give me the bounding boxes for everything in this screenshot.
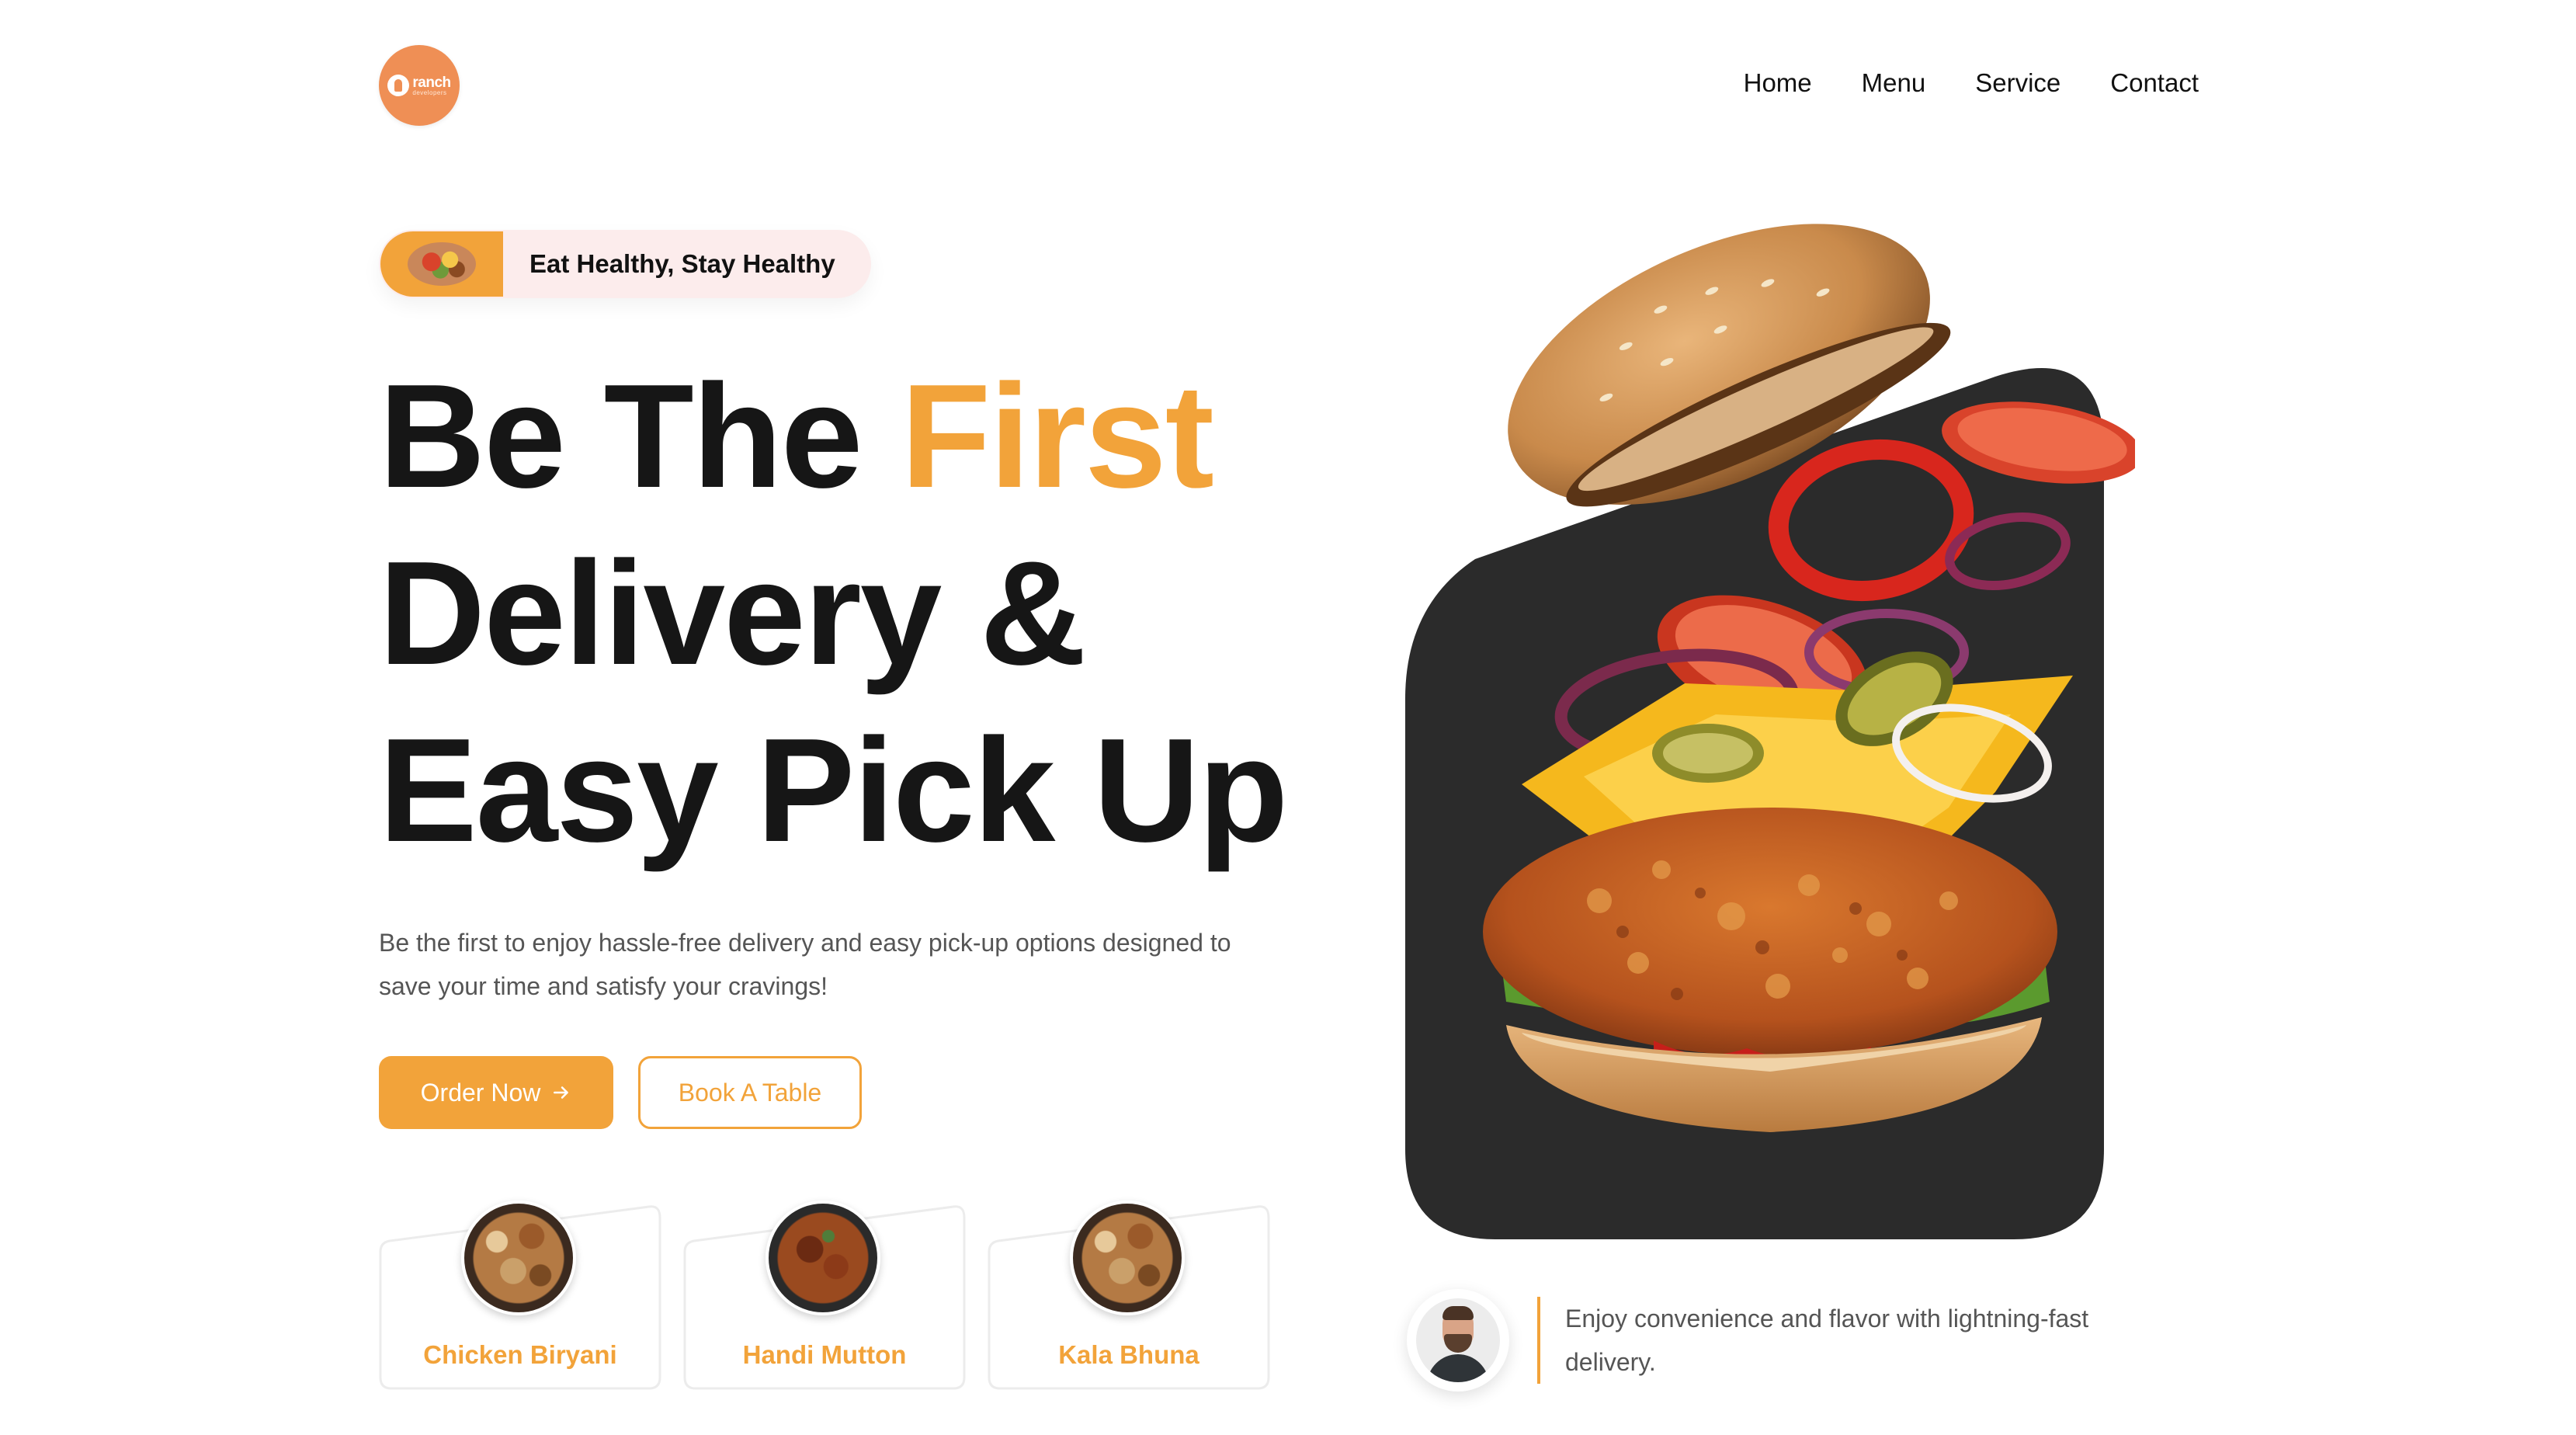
- main-nav: Home Menu Service Contact: [1744, 68, 2199, 98]
- feature-text: Enjoy convenience and flavor with lightn…: [1565, 1305, 2089, 1376]
- headline-accent-word: First: [901, 354, 1214, 519]
- logo-chef-icon: [387, 75, 410, 96]
- nav-service[interactable]: Service: [1975, 68, 2060, 98]
- book-table-label: Book A Table: [678, 1078, 822, 1107]
- nav-contact[interactable]: Contact: [2110, 68, 2199, 98]
- salad-bowl-image: [408, 242, 476, 286]
- headline-line2: Delivery &: [379, 531, 1086, 696]
- dish-card[interactable]: Chicken Biryani: [379, 1200, 661, 1390]
- tagline-thumbnail: [380, 231, 503, 297]
- headline-line3: Easy Pick Up: [379, 708, 1288, 873]
- book-table-button[interactable]: Book A Table: [638, 1056, 862, 1129]
- nav-menu[interactable]: Menu: [1862, 68, 1926, 98]
- handi-mutton-image: [766, 1200, 880, 1315]
- dish-card[interactable]: Kala Bhuna: [988, 1200, 1270, 1390]
- dish-name: Handi Mutton: [742, 1340, 907, 1369]
- dish-name: Chicken Biryani: [423, 1340, 617, 1369]
- tagline-text: Eat Healthy, Stay Healthy: [529, 249, 835, 278]
- flying-burger-image: [1483, 224, 2135, 1132]
- kala-bhuna-image: [1070, 1200, 1185, 1315]
- landing-page: ranch developers Home Menu Service Conta…: [0, 0, 2576, 1435]
- order-now-label: Order Now: [420, 1078, 541, 1107]
- hero-visual: [1405, 217, 2135, 1242]
- hero-headline: Be The First Delivery & Easy Pick Up: [379, 348, 1288, 879]
- feature-highlight: Enjoy convenience and flavor with lightn…: [1407, 1289, 2124, 1392]
- person-icon: [1416, 1298, 1500, 1382]
- chicken-biryani-image: [461, 1200, 576, 1315]
- logo-wordmark: ranch: [412, 74, 451, 91]
- arrow-right-icon: [554, 1086, 569, 1099]
- nav-home[interactable]: Home: [1744, 68, 1812, 98]
- hero-description: Be the first to enjoy hassle-free delive…: [379, 929, 1231, 1000]
- feature-divider: [1537, 1297, 1540, 1384]
- headline-line1-prefix: Be The: [379, 354, 901, 519]
- dish-name: Kala Bhuna: [1058, 1340, 1199, 1369]
- logo-subtext: developers: [412, 89, 447, 96]
- tagline-badge: Eat Healthy, Stay Healthy: [379, 230, 871, 298]
- brand-logo[interactable]: ranch developers: [379, 45, 460, 126]
- customer-avatar: [1407, 1289, 1509, 1392]
- order-now-button[interactable]: Order Now: [379, 1056, 613, 1129]
- dish-card[interactable]: Handi Mutton: [683, 1200, 966, 1390]
